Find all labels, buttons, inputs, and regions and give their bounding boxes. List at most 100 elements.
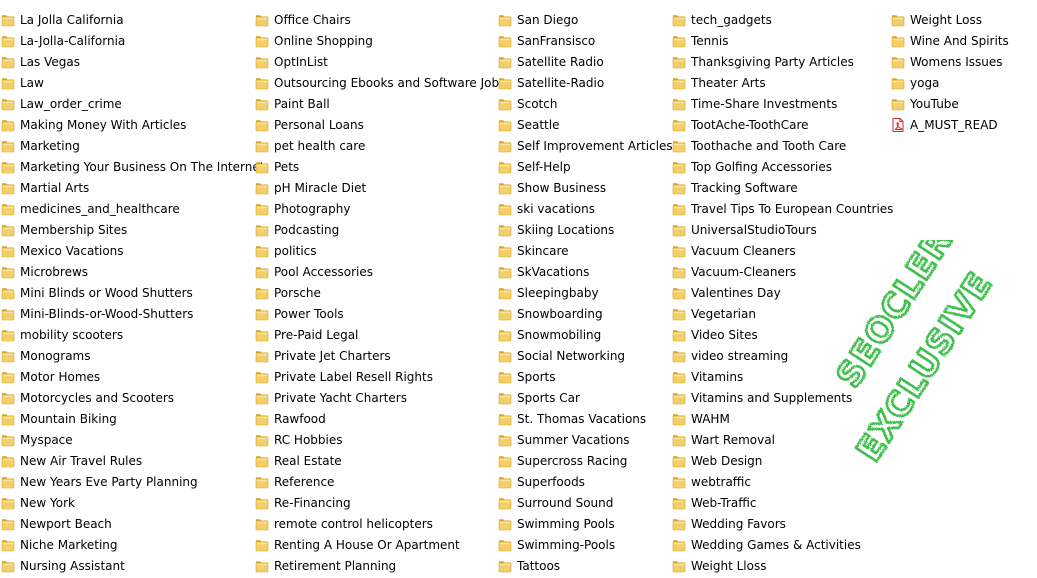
folder-item[interactable]: Private Jet Charters [254, 345, 505, 366]
folder-item[interactable]: Making Money With Articles [0, 114, 264, 135]
folder-item[interactable]: Newport Beach [0, 513, 264, 534]
folder-item[interactable]: Paint Ball [254, 93, 505, 114]
folder-item[interactable]: San Diego [497, 9, 673, 30]
folder-item[interactable]: Outsourcing Ebooks and Software Jobs [254, 72, 505, 93]
folder-item[interactable]: Show Business [497, 177, 673, 198]
folder-item[interactable]: Tattoos [497, 555, 673, 576]
folder-item[interactable]: Thanksgiving Party Articles [671, 51, 893, 72]
folder-item[interactable]: Weight Lloss [671, 555, 893, 576]
folder-item[interactable]: Pets [254, 156, 505, 177]
folder-item[interactable]: Mini Blinds or Wood Shutters [0, 282, 264, 303]
folder-item[interactable]: Reference [254, 471, 505, 492]
folder-item[interactable]: Pre-Paid Legal [254, 324, 505, 345]
folder-item[interactable]: Tracking Software [671, 177, 893, 198]
folder-item[interactable]: Retirement Planning [254, 555, 505, 576]
folder-item[interactable]: Wedding Games & Activities [671, 534, 893, 555]
folder-item[interactable]: Vegetarian [671, 303, 893, 324]
folder-item[interactable]: Membership Sites [0, 219, 264, 240]
folder-item[interactable]: tech_gadgets [671, 9, 893, 30]
folder-item[interactable]: Self-Help [497, 156, 673, 177]
folder-item[interactable]: New Air Travel Rules [0, 450, 264, 471]
folder-item[interactable]: Online Shopping [254, 30, 505, 51]
folder-item[interactable]: politics [254, 240, 505, 261]
folder-item[interactable]: Video Sites [671, 324, 893, 345]
folder-item[interactable]: Marketing Your Business On The Internet [0, 156, 264, 177]
folder-item[interactable]: remote control helicopters [254, 513, 505, 534]
folder-item[interactable]: Law_order_crime [0, 93, 264, 114]
folder-item[interactable]: ski vacations [497, 198, 673, 219]
folder-item[interactable]: Pool Accessories [254, 261, 505, 282]
folder-item[interactable]: Supercross Racing [497, 450, 673, 471]
folder-item[interactable]: Mexico Vacations [0, 240, 264, 261]
folder-item[interactable]: Wedding Favors [671, 513, 893, 534]
folder-item[interactable]: Wine And Spirits [890, 30, 1009, 51]
folder-item[interactable]: Vitamins and Supplements [671, 387, 893, 408]
folder-item[interactable]: Seattle [497, 114, 673, 135]
folder-item[interactable]: pH Miracle Diet [254, 177, 505, 198]
folder-item[interactable]: Vacuum-Cleaners [671, 261, 893, 282]
folder-item[interactable]: Photography [254, 198, 505, 219]
folder-item[interactable]: Niche Marketing [0, 534, 264, 555]
folder-item[interactable]: Myspace [0, 429, 264, 450]
folder-item[interactable]: Vitamins [671, 366, 893, 387]
folder-item[interactable]: St. Thomas Vacations [497, 408, 673, 429]
folder-item[interactable]: Sports [497, 366, 673, 387]
folder-item[interactable]: Weight Loss [890, 9, 1009, 30]
folder-item[interactable]: Self Improvement Articles [497, 135, 673, 156]
folder-item[interactable]: Web Design [671, 450, 893, 471]
folder-item[interactable]: Scotch [497, 93, 673, 114]
folder-item[interactable]: Rawfood [254, 408, 505, 429]
folder-item[interactable]: Swimming Pools [497, 513, 673, 534]
folder-item[interactable]: TootAche-ToothCare [671, 114, 893, 135]
folder-item[interactable]: Re-Financing [254, 492, 505, 513]
folder-item[interactable]: Time-Share Investments [671, 93, 893, 114]
folder-item[interactable]: Office Chairs [254, 9, 505, 30]
folder-item[interactable]: Wart Removal [671, 429, 893, 450]
folder-item[interactable]: Private Label Resell Rights [254, 366, 505, 387]
folder-item[interactable]: OptInList [254, 51, 505, 72]
folder-item[interactable]: Sleepingbaby [497, 282, 673, 303]
folder-item[interactable]: Snowboarding [497, 303, 673, 324]
folder-item[interactable]: Power Tools [254, 303, 505, 324]
folder-item[interactable]: Motorcycles and Scooters [0, 387, 264, 408]
folder-item[interactable]: Superfoods [497, 471, 673, 492]
folder-item[interactable]: SkVacations [497, 261, 673, 282]
file-item[interactable]: A_MUST_READ [890, 114, 1009, 135]
folder-item[interactable]: Snowmobiling [497, 324, 673, 345]
folder-item[interactable]: Vacuum Cleaners [671, 240, 893, 261]
folder-item[interactable]: RC Hobbies [254, 429, 505, 450]
folder-item[interactable]: New York [0, 492, 264, 513]
folder-item[interactable]: Private Yacht Charters [254, 387, 505, 408]
folder-item[interactable]: Martial Arts [0, 177, 264, 198]
folder-item[interactable]: Sports Car [497, 387, 673, 408]
folder-item[interactable]: Top Golfing Accessories [671, 156, 893, 177]
folder-item[interactable]: SanFransisco [497, 30, 673, 51]
folder-item[interactable]: Nursing Assistant [0, 555, 264, 576]
folder-item[interactable]: Personal Loans [254, 114, 505, 135]
folder-item[interactable]: Womens Issues [890, 51, 1009, 72]
folder-item[interactable]: Social Networking [497, 345, 673, 366]
folder-item[interactable]: Mini-Blinds-or-Wood-Shutters [0, 303, 264, 324]
folder-item[interactable]: medicines_and_healthcare [0, 198, 264, 219]
folder-item[interactable]: Mountain Biking [0, 408, 264, 429]
folder-item[interactable]: Valentines Day [671, 282, 893, 303]
folder-item[interactable]: WAHM [671, 408, 893, 429]
folder-item[interactable]: YouTube [890, 93, 1009, 114]
folder-item[interactable]: Skiing Locations [497, 219, 673, 240]
folder-item[interactable]: Renting A House Or Apartment [254, 534, 505, 555]
folder-item[interactable]: Porsche [254, 282, 505, 303]
folder-item[interactable]: Real Estate [254, 450, 505, 471]
folder-item[interactable]: Marketing [0, 135, 264, 156]
folder-item[interactable]: UniversalStudioTours [671, 219, 893, 240]
folder-item[interactable]: Surround Sound [497, 492, 673, 513]
folder-item[interactable]: New Years Eve Party Planning [0, 471, 264, 492]
folder-item[interactable]: mobility scooters [0, 324, 264, 345]
folder-item[interactable]: pet health care [254, 135, 505, 156]
folder-item[interactable]: Podcasting [254, 219, 505, 240]
folder-item[interactable]: Satellite Radio [497, 51, 673, 72]
folder-item[interactable]: Satellite-Radio [497, 72, 673, 93]
folder-item[interactable]: La Jolla California [0, 9, 264, 30]
folder-item[interactable]: yoga [890, 72, 1009, 93]
folder-item[interactable]: Microbrews [0, 261, 264, 282]
folder-item[interactable]: Theater Arts [671, 72, 893, 93]
